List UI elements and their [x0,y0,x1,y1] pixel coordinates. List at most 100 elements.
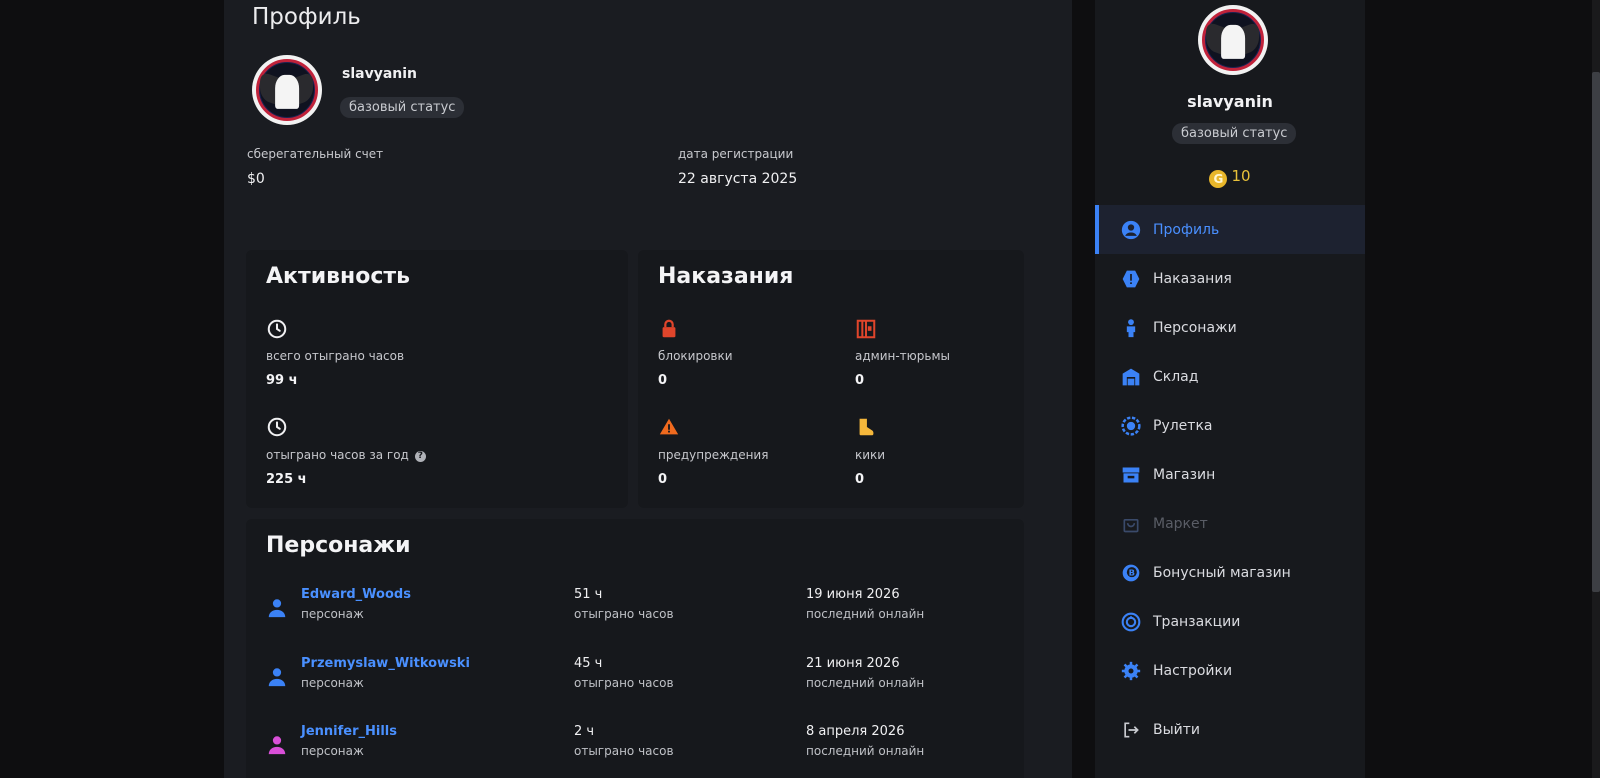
jail-icon [856,319,876,339]
warning-icon [659,418,679,435]
punishments-title: Наказания [658,264,794,289]
character-hours-label: отыграно часов [574,744,674,758]
character-row: Edward_Woods персонаж 51 ч отыграно часо… [246,587,1024,647]
sidebar-item-settings[interactable]: Настройки [1095,646,1365,695]
sidebar-item-label: Настройки [1153,662,1233,679]
transactions-icon [1121,612,1141,632]
character-last-online-label: последний онлайн [806,676,925,690]
character-last-online-label: последний онлайн [806,607,925,621]
character-last-online: 8 апреля 2026 [806,724,905,739]
warehouse-icon [1121,367,1141,387]
savings-value: $0 [247,171,265,187]
character-name-link[interactable]: Jennifer_Hills [301,724,397,739]
registration-label: дата регистрации [678,147,794,161]
gear-icon [1121,661,1141,681]
character-hours: 45 ч [574,656,603,671]
sidebar-item-label: Наказания [1153,270,1232,287]
year-hours-label: отыграно часов за год? [266,448,426,462]
svg-text:B: B [1129,567,1135,577]
character-type: персонаж [301,676,364,690]
sidebar-item-label: Маркет [1153,515,1208,532]
person-icon [268,668,286,687]
boot-icon [859,418,874,436]
bans-label: блокировки [658,349,733,363]
character-type: персонаж [301,607,364,621]
year-hours-label-text: отыграно часов за год [266,448,409,462]
person-female-icon [268,736,286,755]
clock-icon [267,417,287,437]
alert-hexagon-icon [1121,269,1141,289]
character-last-online: 21 июня 2026 [806,656,900,671]
year-hours-value: 225 ч [266,472,307,487]
sidebar-item-label: Профиль [1153,221,1220,238]
character-row: Przemyslaw_Witkowski персонаж 45 ч отыгр… [246,656,1024,716]
store-icon [1121,465,1141,485]
character-hours: 51 ч [574,587,603,602]
sidebar-item-profile[interactable]: Профиль [1095,205,1365,254]
registration-value: 22 августа 2025 [678,171,798,187]
page-title: Профиль [252,4,361,30]
logout-button[interactable]: Выйти [1095,710,1365,750]
sidebar: slavyanin базовый статус G 10 Профиль Нак… [1095,0,1365,778]
person-icon [1121,318,1141,338]
characters-title: Персонажи [266,533,411,558]
bag-icon [1121,514,1141,534]
sidebar-item-characters[interactable]: Персонажи [1095,303,1365,352]
sidebar-username: slavyanin [1187,92,1273,111]
coin-balance: G 10 [1095,167,1365,188]
sidebar-item-label: Бонусный магазин [1153,564,1291,581]
punishments-card: Наказания блокировки 0 админ-тюрьмы 0 пр… [638,250,1024,508]
user-circle-icon [1121,220,1141,240]
help-icon[interactable]: ? [414,451,426,462]
character-last-online: 19 июня 2026 [806,587,900,602]
coin-icon: G [1209,170,1228,188]
person-icon [268,599,286,618]
activity-title: Активность [266,264,411,289]
character-hours: 2 ч [574,724,595,739]
logout-label: Выйти [1153,722,1201,738]
sidebar-item-label: Рулетка [1153,417,1213,434]
clock-icon [267,319,287,339]
sidebar-item-transactions[interactable]: Транзакции [1095,597,1365,646]
sidebar-item-store[interactable]: Магазин [1095,450,1365,499]
character-type: персонаж [301,744,364,758]
total-hours-label: всего отыграно часов [266,349,405,363]
profile-username: slavyanin [342,66,418,82]
sidebar-item-bonus-store[interactable]: B Бонусный магазин [1095,548,1365,597]
sidebar-item-market[interactable]: Маркет [1095,499,1365,548]
kicks-value: 0 [855,472,865,487]
status-badge: базовый статус [340,97,465,118]
character-hours-label: отыграно часов [574,607,674,621]
sidebar-nav: Профиль Наказания Персонажи Склад Рулетк… [1095,205,1365,695]
sidebar-avatar[interactable] [1198,5,1268,75]
main-content: Профиль slavyanin базовый статус сберега… [224,0,1072,778]
sidebar-item-punishments[interactable]: Наказания [1095,254,1365,303]
bans-value: 0 [658,373,668,388]
coin-amount: 10 [1231,167,1251,185]
sidebar-item-warehouse[interactable]: Склад [1095,352,1365,401]
lock-icon [662,319,676,338]
activity-card: Активность всего отыграно часов 99 ч оты… [246,250,628,508]
roulette-icon [1121,415,1141,436]
admin-jails-value: 0 [855,373,865,388]
sidebar-item-label: Транзакции [1153,613,1241,630]
warnings-value: 0 [658,472,668,487]
sidebar-item-label: Магазин [1153,466,1216,483]
kicks-label: кики [855,448,886,462]
scrollbar-thumb[interactable] [1592,72,1600,592]
character-row: Jennifer_Hills персонаж 2 ч отыграно час… [246,724,1024,778]
warnings-label: предупреждения [658,448,769,462]
sidebar-item-label: Склад [1153,368,1199,385]
sidebar-item-roulette[interactable]: Рулетка [1095,401,1365,450]
character-name-link[interactable]: Przemyslaw_Witkowski [301,656,470,671]
character-name-link[interactable]: Edward_Woods [301,587,411,602]
sidebar-status-badge: базовый статус [1172,123,1297,144]
character-hours-label: отыграно часов [574,676,674,690]
total-hours-value: 99 ч [266,373,298,388]
sidebar-item-label: Персонажи [1153,319,1237,336]
characters-card: Персонажи Edward_Woods персонаж 51 ч оты… [246,519,1024,778]
scrollbar[interactable] [1592,0,1600,778]
profile-avatar [252,55,322,125]
admin-jails-label: админ-тюрьмы [855,349,950,363]
bonus-icon: B [1121,563,1141,583]
